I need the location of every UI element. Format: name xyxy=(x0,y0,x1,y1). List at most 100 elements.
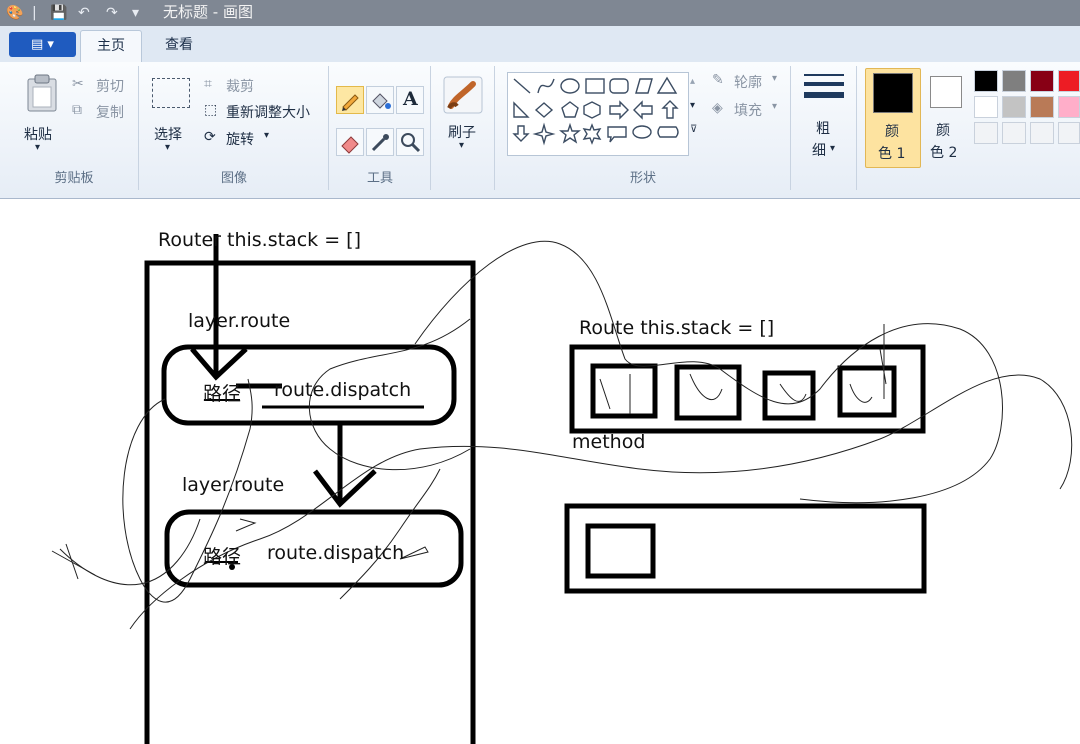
path-label-2: 路径 xyxy=(203,546,242,568)
canvas-drawing xyxy=(51,234,1073,744)
color2-label-line2: 色 2 xyxy=(930,145,958,161)
crop-icon: ⌗ xyxy=(204,76,212,92)
palette-swatch-black[interactable] xyxy=(974,70,998,92)
paste-dropdown-icon[interactable]: ▾ xyxy=(35,142,40,153)
resize-icon: ⬚ xyxy=(204,102,218,118)
fill-tool[interactable] xyxy=(366,86,394,114)
save-icon[interactable]: 💾 xyxy=(50,3,67,23)
size-dropdown-icon[interactable]: ▾ xyxy=(830,143,835,154)
text-a-icon: A xyxy=(403,88,418,110)
shapes-scroll-down-icon[interactable]: ▾ xyxy=(690,100,695,111)
fill-dropdown-icon[interactable]: ▾ xyxy=(772,101,777,112)
tab-view[interactable]: 查看 xyxy=(150,30,208,61)
fill-icon: ◈ xyxy=(712,100,723,116)
image-group: 选择 ▾ ⌗ 裁剪 ⬚ 重新调整大小 ⟳ 旋转 ▾ 图像 xyxy=(140,66,329,190)
pencil-icon xyxy=(342,94,359,111)
color1-swatch xyxy=(873,73,913,113)
palette-swatch-red[interactable] xyxy=(1058,70,1080,92)
arrow-head-2 xyxy=(313,469,377,508)
palette-swatch-dark-red[interactable] xyxy=(1030,70,1054,92)
palette-swatch-empty[interactable] xyxy=(1030,122,1054,144)
ribbon-tabs: ▤ ▾ 主页 查看 xyxy=(0,26,1080,63)
color1-button[interactable]: 颜 色 1 xyxy=(865,68,921,168)
size-group[interactable]: 粗 细 ▾ xyxy=(792,66,857,190)
route-layer-box-4 xyxy=(837,365,897,418)
color1-label-line1: 颜 xyxy=(885,124,899,140)
paint-app-icon[interactable]: 🎨 xyxy=(6,3,23,23)
outline-icon: ✎ xyxy=(712,72,724,88)
select-label: 选择 xyxy=(154,127,182,143)
palette-swatch-light-gray[interactable] xyxy=(1002,96,1026,118)
selection-icon xyxy=(152,78,190,108)
crop-button[interactable]: 裁剪 xyxy=(226,76,254,96)
color-picker-tool[interactable] xyxy=(366,128,394,156)
route-layer-box-1 xyxy=(590,363,658,419)
rotate-icon: ⟳ xyxy=(204,129,216,145)
tools-group-label: 工具 xyxy=(366,171,393,186)
select-dropdown-icon[interactable]: ▾ xyxy=(165,142,170,153)
palette-swatch-white[interactable] xyxy=(974,96,998,118)
copy-button[interactable]: 复制 xyxy=(96,102,124,122)
palette-swatch-brown[interactable] xyxy=(1030,96,1054,118)
size-line-medium xyxy=(804,82,844,86)
arrow-head-1 xyxy=(190,347,248,381)
image-group-label: 图像 xyxy=(220,171,247,186)
shapes-scroll-up-icon[interactable]: ▴ xyxy=(690,76,695,87)
path-label-1: 路径 xyxy=(203,383,242,405)
undo-icon[interactable]: ↶ xyxy=(78,3,90,23)
method-inner-box xyxy=(585,523,656,579)
shapes-gallery[interactable] xyxy=(507,72,689,156)
eraser-icon xyxy=(341,136,359,154)
palette-swatch-gray[interactable] xyxy=(1002,70,1026,92)
rotate-button[interactable]: 旋转 xyxy=(226,129,254,149)
size-line-thick xyxy=(804,92,844,98)
palette-swatch-pink[interactable] xyxy=(1058,96,1080,118)
shapes-expand-icon[interactable]: ⊽ xyxy=(690,124,697,135)
palette-swatch-empty[interactable] xyxy=(1058,122,1080,144)
cursor-scribbles xyxy=(51,240,1073,630)
brushes-dropdown-icon[interactable]: ▾ xyxy=(459,140,464,151)
brushes-group[interactable]: 刷子 ▾ xyxy=(432,66,495,190)
resize-button[interactable]: 重新调整大小 xyxy=(226,102,310,122)
redo-icon[interactable]: ↷ xyxy=(106,3,118,23)
pencil-tool[interactable] xyxy=(336,86,364,114)
router-stack-box xyxy=(144,260,476,744)
rotate-dropdown-icon[interactable]: ▾ xyxy=(264,130,269,141)
color1-label-line2: 色 1 xyxy=(878,146,906,162)
size-line-thin xyxy=(804,74,844,76)
layer-route-label-1: layer.route xyxy=(188,310,291,332)
separator: | xyxy=(32,5,37,21)
drawing-canvas[interactable]: Router this.stack = [] layer.route 路径 ro… xyxy=(0,199,1080,744)
tab-home[interactable]: 主页 xyxy=(80,30,142,62)
select-button[interactable]: 选择 ▾ xyxy=(146,70,194,160)
paste-button[interactable]: 粘贴 ▾ xyxy=(16,70,64,160)
palette-swatch-empty[interactable] xyxy=(974,122,998,144)
fill-button[interactable]: 填充 xyxy=(734,100,762,120)
eyedropper-icon xyxy=(371,134,389,152)
clipboard-group: 粘贴 ▾ ✂ 剪切 ⧉ 复制 剪贴板 xyxy=(10,66,139,190)
method-label: method xyxy=(572,431,646,453)
eraser-tool[interactable] xyxy=(336,128,364,156)
magnifier-tool[interactable] xyxy=(396,128,424,156)
title-bar: 🎨 | 💾 ↶ ↷ ▾ 无标题 - 画图 xyxy=(0,0,1080,26)
ribbon: 粘贴 ▾ ✂ 剪切 ⧉ 复制 剪贴板 选择 ▾ ⌗ 裁剪 ⬚ 重新调整大小 ⟳ … xyxy=(0,62,1080,199)
outline-dropdown-icon[interactable]: ▾ xyxy=(772,73,777,84)
brush-icon xyxy=(443,76,483,114)
clipboard-group-label: 剪贴板 xyxy=(54,171,94,186)
paint-bucket-icon xyxy=(372,93,391,109)
text-tool[interactable]: A xyxy=(396,86,424,114)
tools-group: A 工具 xyxy=(330,66,431,190)
customize-qat-icon[interactable]: ▾ xyxy=(132,3,139,23)
route-stack-label: Route this.stack = [] xyxy=(579,317,775,339)
shapes-gallery-icons xyxy=(512,76,679,146)
color2-button[interactable]: 颜 色 2 xyxy=(924,68,968,166)
layer-route-label-2: layer.route xyxy=(182,474,285,496)
scissors-icon: ✂ xyxy=(72,76,84,92)
palette-swatch-empty[interactable] xyxy=(1002,122,1026,144)
size-label-line2: 细 xyxy=(812,143,826,159)
magnifier-icon xyxy=(401,133,421,153)
dispatch-label-1: route.dispatch xyxy=(274,379,412,401)
outline-button[interactable]: 轮廓 xyxy=(734,72,762,92)
cut-button[interactable]: 剪切 xyxy=(96,76,124,96)
file-menu-button[interactable]: ▤ ▾ xyxy=(9,32,76,57)
